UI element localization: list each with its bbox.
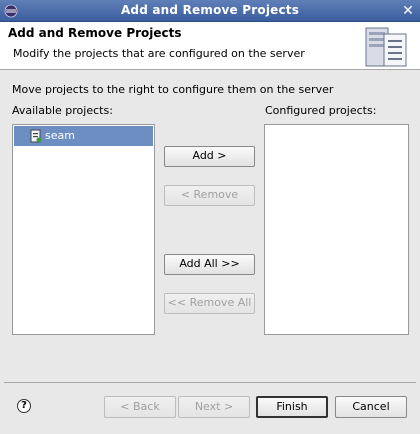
window-titlebar[interactable]: Add and Remove Projects ✕ [0, 0, 420, 22]
help-icon[interactable]: ? [17, 399, 31, 413]
remove-all-button[interactable]: << Remove All [164, 293, 255, 314]
server-icon [365, 27, 407, 67]
finish-button[interactable]: Finish [256, 396, 328, 418]
back-button[interactable]: < Back [104, 396, 176, 418]
configured-projects-list[interactable] [264, 124, 409, 335]
close-icon[interactable]: ✕ [400, 3, 416, 19]
add-all-button[interactable]: Add All >> [164, 254, 255, 275]
available-projects-label: Available projects: [12, 104, 113, 117]
list-item[interactable]: seam [14, 126, 153, 146]
configured-projects-label: Configured projects: [265, 104, 377, 117]
remove-button[interactable]: < Remove [164, 185, 255, 206]
add-button[interactable]: Add > [164, 146, 255, 167]
available-projects-list[interactable]: seam [12, 124, 155, 335]
cancel-button[interactable]: Cancel [335, 396, 407, 418]
header-title: Add and Remove Projects [8, 26, 182, 40]
footer-separator [4, 382, 416, 383]
header-description: Modify the projects that are configured … [13, 47, 305, 60]
instruction-text: Move projects to the right to configure … [12, 83, 334, 96]
project-label: seam [45, 129, 75, 142]
next-button[interactable]: Next > [178, 396, 250, 418]
window-title: Add and Remove Projects [120, 3, 300, 17]
wizard-header: Add and Remove Projects Modify the proje… [0, 22, 420, 70]
project-icon [30, 129, 42, 143]
